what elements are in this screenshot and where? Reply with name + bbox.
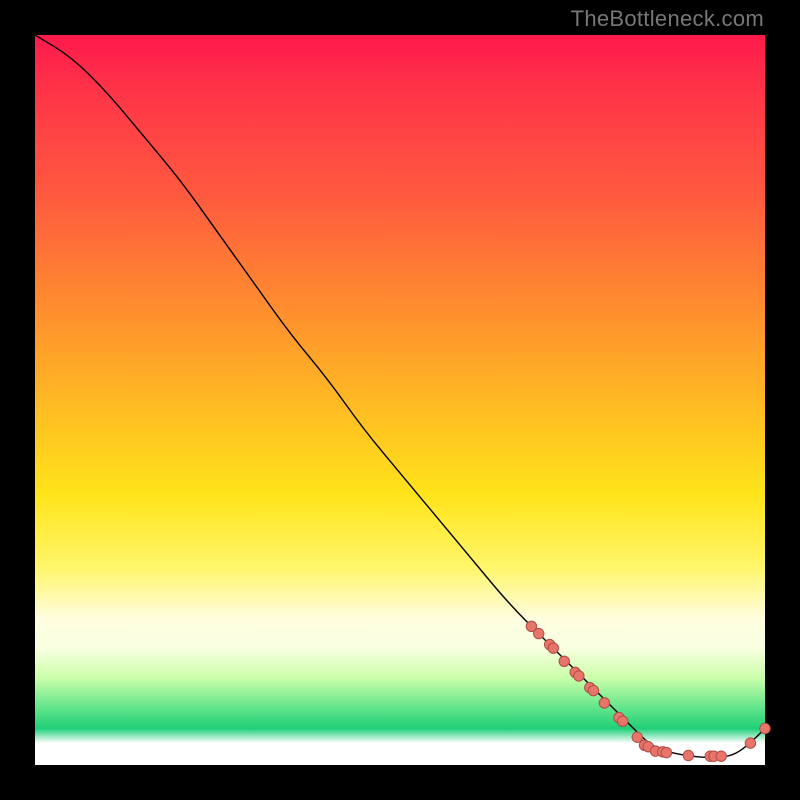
chart-overlay-svg (35, 35, 765, 765)
highlight-dot (599, 698, 609, 708)
highlight-dot (745, 738, 755, 748)
highlight-dots-group (526, 621, 770, 761)
highlight-dot (534, 628, 544, 638)
highlight-dot (683, 750, 693, 760)
highlight-dot (588, 685, 598, 695)
highlight-dot (760, 723, 770, 733)
chart-stage: TheBottleneck.com (0, 0, 800, 800)
highlight-dot (559, 656, 569, 666)
highlight-dot (574, 671, 584, 681)
highlight-dot (661, 747, 671, 757)
highlight-dot (617, 716, 627, 726)
highlight-dot (716, 751, 726, 761)
bottleneck-curve (35, 35, 765, 758)
watermark-text: TheBottleneck.com (571, 6, 764, 32)
highlight-dot (548, 643, 558, 653)
highlight-dot (632, 732, 642, 742)
